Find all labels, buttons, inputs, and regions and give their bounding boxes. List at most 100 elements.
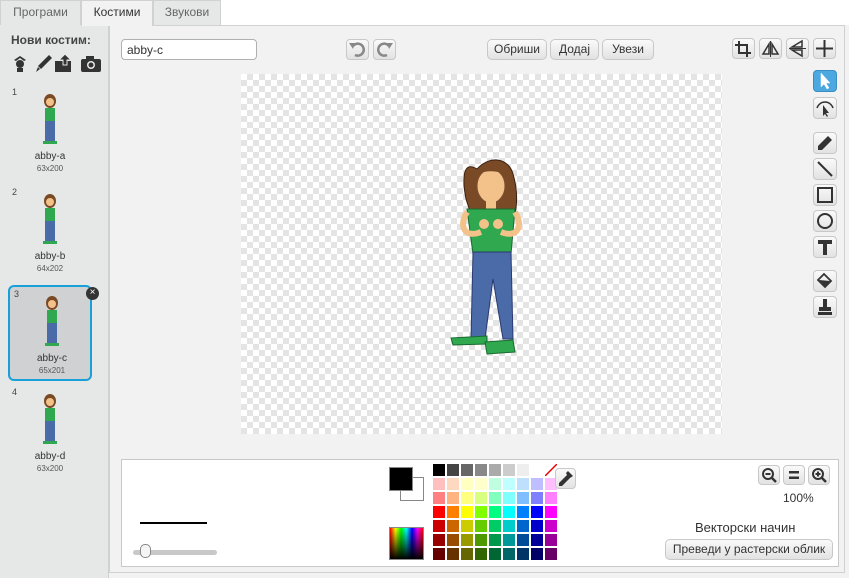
palette-color-swatch[interactable] [503, 506, 515, 518]
palette-color-swatch[interactable] [475, 534, 487, 546]
rectangle-tool[interactable] [813, 184, 837, 206]
zoom-in-button[interactable] [808, 465, 830, 485]
palette-color-swatch[interactable] [531, 492, 543, 504]
convert-to-bitmap-button[interactable]: Преведи у растерски облик [665, 539, 833, 560]
palette-color-swatch[interactable] [503, 492, 515, 504]
palette-color-swatch[interactable] [545, 548, 557, 560]
palette-color-swatch[interactable] [433, 534, 445, 546]
palette-color-swatch[interactable] [433, 506, 445, 518]
clear-button[interactable]: Обриши [487, 39, 547, 60]
costume-item[interactable]: 4 abby-d 63x200 [8, 385, 92, 481]
palette-color-swatch[interactable] [489, 520, 501, 532]
line-width-slider-thumb[interactable] [140, 544, 151, 558]
palette-color-swatch[interactable] [475, 520, 487, 532]
stamp-tool[interactable] [813, 296, 837, 318]
zoom-reset-button[interactable] [783, 465, 805, 485]
palette-color-swatch[interactable] [489, 492, 501, 504]
set-center-button[interactable] [813, 38, 836, 59]
palette-color-swatch[interactable] [531, 520, 543, 532]
line-tool[interactable] [813, 158, 837, 180]
palette-color-swatch[interactable] [517, 548, 529, 560]
palette-color-swatch[interactable] [489, 464, 501, 476]
palette-color-swatch[interactable] [531, 464, 543, 476]
flip-vertical-button[interactable] [786, 38, 809, 59]
flip-horizontal-button[interactable] [759, 38, 782, 59]
crop-button[interactable] [732, 38, 755, 59]
select-tool[interactable] [813, 70, 837, 92]
paint-brush-icon[interactable] [34, 53, 56, 75]
palette-color-swatch[interactable] [447, 534, 459, 546]
palette-color-swatch[interactable] [461, 548, 473, 560]
pencil-tool[interactable] [813, 132, 837, 154]
eyedropper-button[interactable] [555, 468, 576, 489]
sprite-library-icon[interactable] [10, 53, 32, 75]
palette-color-swatch[interactable] [531, 478, 543, 490]
palette-color-swatch[interactable] [475, 548, 487, 560]
palette-color-swatch[interactable] [531, 506, 543, 518]
undo-button[interactable] [346, 39, 369, 60]
palette-color-swatch[interactable] [545, 534, 557, 546]
palette-color-swatch[interactable] [447, 548, 459, 560]
palette-color-swatch[interactable] [489, 506, 501, 518]
fill-tool[interactable] [813, 270, 837, 292]
palette-color-swatch[interactable] [433, 520, 445, 532]
palette-color-swatch[interactable] [503, 548, 515, 560]
reshape-tool[interactable] [813, 97, 837, 119]
drawing-canvas[interactable] [241, 74, 722, 434]
palette-color-swatch[interactable] [517, 506, 529, 518]
palette-color-swatch[interactable] [475, 464, 487, 476]
palette-color-swatch[interactable] [489, 534, 501, 546]
palette-color-swatch[interactable] [517, 464, 529, 476]
palette-color-swatch[interactable] [447, 464, 459, 476]
palette-color-swatch[interactable] [447, 520, 459, 532]
palette-color-swatch[interactable] [503, 520, 515, 532]
add-button[interactable]: Додај [550, 39, 599, 60]
camera-icon[interactable] [80, 53, 102, 75]
palette-color-swatch[interactable] [475, 478, 487, 490]
palette-color-swatch[interactable] [517, 492, 529, 504]
palette-color-swatch[interactable] [517, 534, 529, 546]
redo-button[interactable] [373, 39, 396, 60]
primary-color-swatch[interactable] [389, 467, 413, 491]
import-button[interactable]: Увези [602, 39, 654, 60]
upload-icon[interactable] [54, 53, 76, 75]
palette-color-swatch[interactable] [489, 548, 501, 560]
palette-color-swatch[interactable] [433, 548, 445, 560]
palette-color-swatch[interactable] [531, 534, 543, 546]
zoom-out-button[interactable] [758, 465, 780, 485]
palette-color-swatch[interactable] [517, 478, 529, 490]
costume-name-input[interactable] [121, 39, 257, 60]
palette-color-swatch[interactable] [545, 492, 557, 504]
palette-color-swatch[interactable] [489, 478, 501, 490]
palette-color-swatch[interactable] [531, 548, 543, 560]
tab-sounds[interactable]: Звукови [153, 0, 221, 25]
tab-scripts[interactable]: Програми [0, 0, 81, 25]
palette-color-swatch[interactable] [447, 492, 459, 504]
palette-color-swatch[interactable] [461, 478, 473, 490]
palette-color-swatch[interactable] [447, 478, 459, 490]
palette-color-swatch[interactable] [503, 534, 515, 546]
palette-color-swatch[interactable] [433, 464, 445, 476]
palette-color-swatch[interactable] [545, 506, 557, 518]
costume-item[interactable]: 1 abby-a 63x200 [8, 85, 92, 181]
palette-color-swatch[interactable] [461, 534, 473, 546]
palette-color-swatch[interactable] [447, 506, 459, 518]
palette-color-swatch[interactable] [503, 464, 515, 476]
tab-costumes[interactable]: Костими [81, 0, 153, 26]
palette-color-swatch[interactable] [461, 520, 473, 532]
palette-color-swatch[interactable] [503, 478, 515, 490]
palette-color-swatch[interactable] [461, 464, 473, 476]
delete-costume-icon[interactable]: × [86, 287, 99, 300]
palette-color-swatch[interactable] [475, 492, 487, 504]
palette-color-swatch[interactable] [517, 520, 529, 532]
palette-color-swatch[interactable] [461, 506, 473, 518]
palette-color-swatch[interactable] [545, 520, 557, 532]
costume-item[interactable]: 2 abby-b 64x202 [8, 185, 92, 281]
color-spectrum[interactable] [389, 527, 424, 560]
ellipse-tool[interactable] [813, 210, 837, 232]
palette-color-swatch[interactable] [475, 506, 487, 518]
costume-item-selected[interactable]: 3 abby-c 65x201 [8, 285, 92, 381]
palette-color-swatch[interactable] [433, 478, 445, 490]
text-tool[interactable] [813, 236, 837, 258]
palette-color-swatch[interactable] [461, 492, 473, 504]
